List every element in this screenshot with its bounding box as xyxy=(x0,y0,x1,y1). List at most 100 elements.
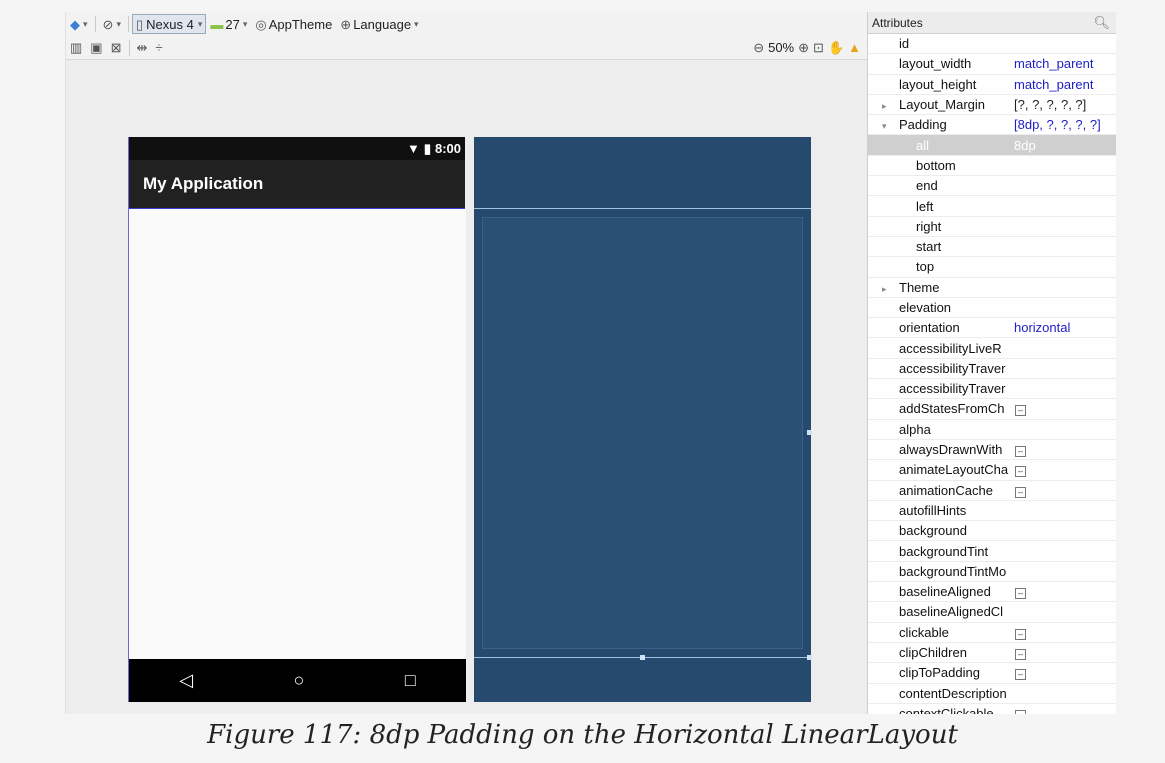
theme-dropdown[interactable]: ◎ AppTheme xyxy=(251,13,336,35)
attribute-row[interactable]: ▸ Layout_Margin [?, ?, ?, ?, ?] xyxy=(868,95,1116,116)
resize-handle-right[interactable] xyxy=(807,430,812,435)
attribute-name-text: elevation xyxy=(899,300,952,315)
checkbox-icon[interactable]: – xyxy=(1015,669,1026,681)
attribute-row[interactable]: contentDescription xyxy=(868,684,1116,704)
attribute-row[interactable]: animationCache – xyxy=(868,481,1116,501)
attribute-row[interactable]: alpha xyxy=(868,420,1116,440)
attributes-title: Attributes xyxy=(872,15,923,30)
attribute-value[interactable]: [?, ?, ?, ?, ?] xyxy=(1014,97,1116,112)
distribute-horizontal-button[interactable]: ⇹ xyxy=(133,37,152,59)
checkbox-icon[interactable]: – xyxy=(1015,466,1026,478)
attribute-value[interactable]: horizontal xyxy=(1014,320,1116,335)
attribute-row[interactable]: layout_height match_parent xyxy=(868,75,1116,95)
attribute-value[interactable]: – xyxy=(1014,483,1116,498)
resize-handle-corner[interactable] xyxy=(807,655,812,660)
language-dropdown[interactable]: ⊕ Language ▾ xyxy=(336,13,422,35)
attribute-row[interactable]: bottom xyxy=(868,156,1116,177)
attribute-row[interactable]: elevation xyxy=(868,298,1116,319)
attribute-row[interactable]: right xyxy=(868,217,1116,237)
attribute-row[interactable]: accessibilityTraver xyxy=(868,359,1116,380)
resize-handle-bottom[interactable] xyxy=(640,655,645,660)
attribute-value[interactable]: – xyxy=(1014,442,1116,458)
api-level-dropdown[interactable]: ▬ 27 ▾ xyxy=(206,13,251,35)
checkbox-icon[interactable]: – xyxy=(1015,628,1026,640)
attribute-name-text: left xyxy=(916,198,934,214)
columns-icon: ▥ xyxy=(70,40,83,55)
collapsed-triangle-icon[interactable]: ▸ xyxy=(882,284,887,295)
attribute-row[interactable]: clickable – xyxy=(868,623,1116,643)
view-options-button[interactable]: ▥ xyxy=(66,37,86,59)
attribute-row[interactable]: ▾ Padding [8dp, ?, ?, ?, ?] xyxy=(868,115,1116,136)
attribute-value-text: 8dp xyxy=(1014,137,1036,153)
attribute-value[interactable]: – xyxy=(1014,706,1116,714)
design-preview[interactable]: ▼ ▮ 8:00 My Application ◁ ○ □ xyxy=(128,137,466,702)
orientation-dropdown[interactable]: ⊘ ▾ xyxy=(99,13,125,35)
attribute-row[interactable]: clipChildren – xyxy=(868,643,1116,664)
attribute-row[interactable]: end xyxy=(868,176,1116,197)
device-dropdown[interactable]: ▯ Nexus 4 ▾ xyxy=(131,14,207,34)
zoom-in-button[interactable]: ⊕ xyxy=(798,41,809,54)
checkbox-icon[interactable]: – xyxy=(1015,649,1026,661)
attribute-row[interactable]: baselineAligned – xyxy=(868,582,1116,603)
attribute-row[interactable]: alwaysDrawnWith – xyxy=(868,440,1116,461)
attribute-value[interactable]: – xyxy=(1014,645,1116,661)
checkbox-icon[interactable]: – xyxy=(1015,405,1026,417)
zoom-fit-button[interactable]: ⊡ xyxy=(813,41,824,54)
zoom-out-button[interactable]: ⊖ xyxy=(753,41,764,54)
attribute-name: addStatesFromCh xyxy=(868,401,1014,416)
attribute-row[interactable]: backgroundTintMo xyxy=(868,562,1116,583)
screenshot-stage: { "toolbar": { "device": "Nexus 4", "api… xyxy=(0,0,1165,763)
linear-layout-preview[interactable] xyxy=(129,209,466,659)
attribute-row[interactable]: clipToPadding – xyxy=(868,663,1116,684)
show-constraints-button[interactable]: ▣ xyxy=(86,37,106,59)
attribute-value[interactable]: – xyxy=(1014,584,1116,600)
attribute-row[interactable]: accessibilityLiveR xyxy=(868,338,1116,359)
design-surface-dropdown[interactable]: ◆ ▾ xyxy=(66,13,92,35)
attribute-value[interactable]: – xyxy=(1014,665,1116,681)
attribute-name-text: Theme xyxy=(899,279,940,295)
attribute-row[interactable]: backgroundTint xyxy=(868,541,1116,562)
attribute-row[interactable]: autofillHints xyxy=(868,501,1116,522)
attribute-row[interactable]: background xyxy=(868,521,1116,542)
attribute-name-text: clickable xyxy=(899,624,949,640)
app-bar: My Application xyxy=(129,160,465,209)
checkbox-icon[interactable]: – xyxy=(1015,588,1026,600)
checkbox-icon[interactable]: – xyxy=(1015,446,1026,458)
attribute-row[interactable]: left xyxy=(868,196,1116,217)
attribute-row[interactable]: animateLayoutCha – xyxy=(868,460,1116,481)
attribute-row[interactable]: contextClickable – xyxy=(868,704,1116,714)
attribute-row[interactable]: addStatesFromCh – xyxy=(868,399,1116,420)
blueprint-appbar-boundary xyxy=(474,208,811,209)
checkbox-icon[interactable]: – xyxy=(1015,486,1026,498)
blueprint-preview[interactable] xyxy=(474,137,812,702)
attribute-row[interactable]: orientation horizontal xyxy=(868,318,1116,339)
attribute-value[interactable]: match_parent xyxy=(1014,77,1116,92)
collapsed-triangle-icon[interactable]: ▸ xyxy=(882,101,887,112)
attribute-row[interactable]: start xyxy=(868,237,1116,258)
attribute-row[interactable]: id xyxy=(868,34,1116,55)
checkbox-icon[interactable]: – xyxy=(1015,709,1026,714)
attribute-row[interactable]: top xyxy=(868,257,1116,278)
attribute-row[interactable]: baselineAlignedCl xyxy=(868,602,1116,623)
attribute-row[interactable]: ▸ Theme xyxy=(868,278,1116,298)
attribute-row[interactable]: accessibilityTraver xyxy=(868,379,1116,400)
horizontal-distribute-icon: ⇹ xyxy=(136,40,148,55)
attribute-value[interactable]: – xyxy=(1014,401,1116,417)
attribute-name-text: start xyxy=(916,239,942,255)
search-icon[interactable]: 🔍︎ xyxy=(1093,15,1110,31)
autoconnect-button[interactable]: ⊠ xyxy=(107,37,126,59)
pan-hand-icon[interactable]: ✋ xyxy=(828,41,844,54)
warning-icon[interactable]: ▲ xyxy=(848,40,861,55)
distribute-vertical-button[interactable]: ÷ xyxy=(151,37,166,59)
attribute-row[interactable]: all 8dp xyxy=(868,135,1116,156)
attribute-value[interactable]: match_parent xyxy=(1014,56,1116,71)
attribute-value[interactable]: 8dp xyxy=(1014,138,1116,153)
attribute-value[interactable]: [8dp, ?, ?, ?, ?] xyxy=(1014,117,1116,132)
attribute-row[interactable]: layout_width match_parent xyxy=(868,54,1116,75)
attribute-value[interactable]: – xyxy=(1014,625,1116,640)
expanded-triangle-icon[interactable]: ▾ xyxy=(882,121,887,132)
layers-icon: ◆ xyxy=(70,16,80,32)
attribute-name-text: background xyxy=(899,523,967,539)
attribute-name: left xyxy=(868,199,1014,214)
attribute-value[interactable]: – xyxy=(1014,462,1116,478)
